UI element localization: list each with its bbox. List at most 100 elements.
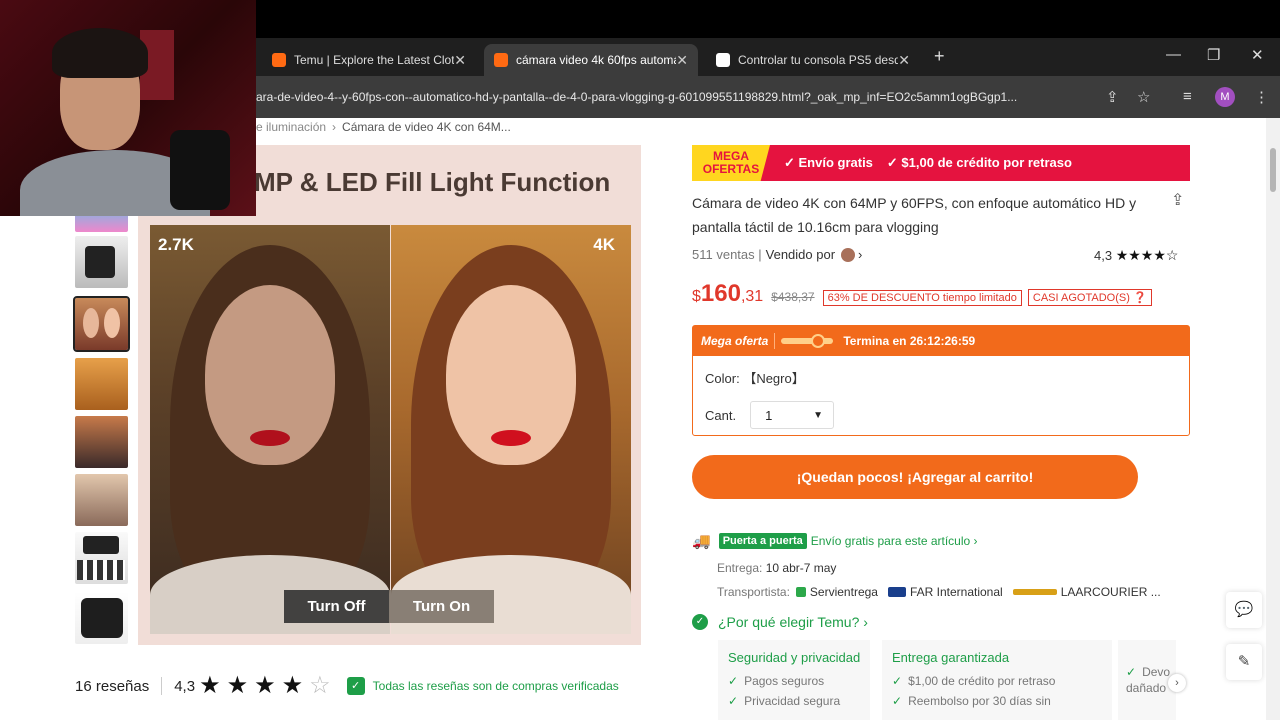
tab-ps5[interactable]: Controlar tu consola PS5 desde ✕ <box>706 44 920 76</box>
deal-box: Mega oferta Termina en 26:12:26:59 Color… <box>692 325 1190 436</box>
browser-menu-icon[interactable]: ⋮ <box>1254 88 1269 106</box>
turn-off-label: Turn Off <box>284 590 389 623</box>
page-scrollbar[interactable] <box>1266 118 1280 720</box>
divider <box>774 333 776 349</box>
price-integer: 160 <box>700 280 741 307</box>
rating-summary[interactable]: 4,3 ★★★★☆ <box>1094 247 1178 264</box>
delivery-date-value: 10 abr-7 may <box>765 561 837 575</box>
feature-title: Seguridad y privacidad <box>728 650 861 665</box>
feature-item: ✓ $1,00 de crédito por retraso <box>892 674 1056 688</box>
delivery-date-row: Entrega: 10 abr-7 may <box>717 561 836 575</box>
bookmark-star-icon[interactable]: ☆ <box>1137 88 1150 106</box>
reviews-rating: 4,3 <box>174 677 196 695</box>
share-icon[interactable]: ⇪ <box>1171 190 1184 210</box>
seller-avatar[interactable] <box>841 247 856 262</box>
thumbnail-1[interactable] <box>75 214 128 232</box>
compare-bar: Turn Off Turn On <box>284 590 494 623</box>
star-icon: ★ <box>254 672 276 699</box>
delivery-date-label: Entrega: <box>717 561 763 575</box>
promo-free-shipping: ✓ Envío gratis <box>784 155 873 170</box>
close-icon[interactable]: ✕ <box>676 52 688 69</box>
verified-text: Todas las reseñas son de compras verific… <box>372 679 619 693</box>
tab-title: Controlar tu consola PS5 desde <box>738 53 898 67</box>
chevron-right-icon[interactable]: › <box>858 247 862 262</box>
quantity-label: Cant. <box>705 407 737 423</box>
webcam-overlay <box>0 0 256 216</box>
webcam-person-hair <box>52 28 148 78</box>
product-title: Cámara de video 4K con 64MP y 60FPS, con… <box>692 195 1137 235</box>
mega-ofertas-badge: MEGA OFERTAS <box>692 145 770 181</box>
thumbnail-6[interactable] <box>75 474 128 526</box>
why-temu-row[interactable]: ✓ ¿Por qué elegir Temu? › <box>692 614 868 630</box>
microphone-icon <box>170 130 230 210</box>
feedback-icon[interactable]: ✎ <box>1226 644 1262 680</box>
restore-button[interactable]: ❐ <box>1207 46 1220 64</box>
promo-delay-credit: ✓ $1,00 de crédito por retraso <box>886 155 1072 170</box>
profile-avatar[interactable]: M <box>1215 87 1235 107</box>
turn-on-label: Turn On <box>389 590 494 623</box>
sold-by-label: Vendido por <box>765 247 836 262</box>
thumbnail-4[interactable] <box>75 358 128 410</box>
tab-temu-explore[interactable]: Temu | Explore the Latest Cloth ✕ <box>262 44 476 76</box>
tab-camera-product[interactable]: cámara video 4k 60fps automá ✕ <box>484 44 698 76</box>
temu-favicon-icon <box>272 53 286 67</box>
color-value[interactable]: 【Negro】 <box>743 371 804 386</box>
thumbnail-3-selected[interactable] <box>73 296 130 352</box>
feature-card-security: Seguridad y privacidad ✓ Pagos seguros ✓ P… <box>718 640 870 720</box>
why-temu-link[interactable]: ¿Por qué elegir Temu? › <box>718 614 868 630</box>
playstation-favicon-icon <box>716 53 730 67</box>
deal-label: Mega oferta <box>701 334 769 348</box>
color-row: Color: 【Negro】 <box>705 368 805 387</box>
quantity-row: Cant. 1 ▼ <box>705 401 835 429</box>
breadcrumb-prev[interactable]: e iluminación <box>256 120 326 134</box>
new-tab-button[interactable]: + <box>934 46 945 67</box>
thumbnail-5[interactable] <box>75 416 128 468</box>
feature-item: ✓ Pagos seguros <box>728 674 825 688</box>
resolution-label-right: 4K <box>593 235 615 254</box>
promo-banner: MEGA OFERTAS ✓ Envío gratis ✓ $1,00 de c… <box>692 145 1190 181</box>
reviews-summary: 16 reseñas 4,3 ★ ★ ★ ★ ☆ ✓ Todas las res… <box>75 674 619 698</box>
close-icon[interactable]: ✕ <box>454 52 466 69</box>
add-to-cart-button[interactable]: ¡Quedan pocos! ¡Agregar al carrito! <box>692 455 1138 499</box>
carousel-next-button[interactable]: › <box>1168 674 1186 692</box>
breadcrumb: e iluminación › Cámara de video 4K con 64M… <box>256 120 511 134</box>
deal-countdown: Termina en 26:12:26:59 <box>843 334 976 348</box>
window-close-button[interactable]: ✕ <box>1251 46 1264 64</box>
quantity-value: 1 <box>765 407 773 423</box>
mega-line-2: OFERTAS <box>702 162 760 176</box>
thumbnail-7[interactable] <box>75 532 128 584</box>
sales-row: 511 ventas | Vendido por › <box>692 247 862 262</box>
rating-value: 4,3 <box>1094 248 1113 263</box>
url-field[interactable]: ara-de-video-4--y-60fps-con--automatico-… <box>256 90 1096 104</box>
reviews-count[interactable]: 16 reseñas <box>75 678 149 695</box>
door-to-door-badge: Puerta a puerta <box>718 533 807 549</box>
quantity-select[interactable]: 1 ▼ <box>750 401 835 429</box>
stock-badge[interactable]: CASI AGOTADO(S) ❓ <box>1027 289 1152 306</box>
feature-item: ✓ Devo <box>1126 665 1171 679</box>
media-control-icon[interactable]: ≡ <box>1183 88 1192 105</box>
thumbnail-2[interactable] <box>75 236 128 288</box>
shield-check-icon: ✓ <box>692 614 708 630</box>
install-app-icon[interactable]: ⇪ <box>1106 88 1119 106</box>
thumbnail-8[interactable] <box>75 592 128 644</box>
chat-icon[interactable]: 💬 <box>1226 592 1262 628</box>
scrollbar-thumb[interactable] <box>1270 148 1276 192</box>
breadcrumb-separator: › <box>332 120 337 134</box>
feature-item: dañado <box>1126 681 1167 695</box>
minimize-button[interactable]: — <box>1166 46 1181 63</box>
delivery-row: 🚚 Puerta a puerta Envío gratis para este… <box>692 532 978 550</box>
discount-badge: 63% DE DESCUENTO tiempo limitado <box>822 290 1022 306</box>
close-icon[interactable]: ✕ <box>898 52 910 69</box>
carriers-row: Transportista: Servientrega FAR Internat… <box>717 585 1161 599</box>
feature-card-delivery: Entrega garantizada ✓ $1,00 de crédito po… <box>882 640 1112 720</box>
photo-after: 4K <box>391 225 631 634</box>
verified-reviews-note: ✓ Todas las reseñas son de compras verif… <box>346 677 619 695</box>
price-row: $ 160 ,31 $438,37 63% DE DESCUENTO tiemp… <box>692 280 1158 308</box>
main-product-image[interactable]: MP & LED Fill Light Function 2.7K 4K Tur… <box>138 145 641 645</box>
free-shipping-link[interactable]: Envío gratis para este artículo › <box>811 534 978 548</box>
price-decimal: ,31 <box>740 288 764 305</box>
far-logo-icon <box>887 587 906 597</box>
tab-title: cámara video 4k 60fps automá <box>516 53 676 67</box>
image-headline: MP & LED Fill Light Function <box>254 167 611 197</box>
temu-favicon-icon <box>494 53 508 67</box>
